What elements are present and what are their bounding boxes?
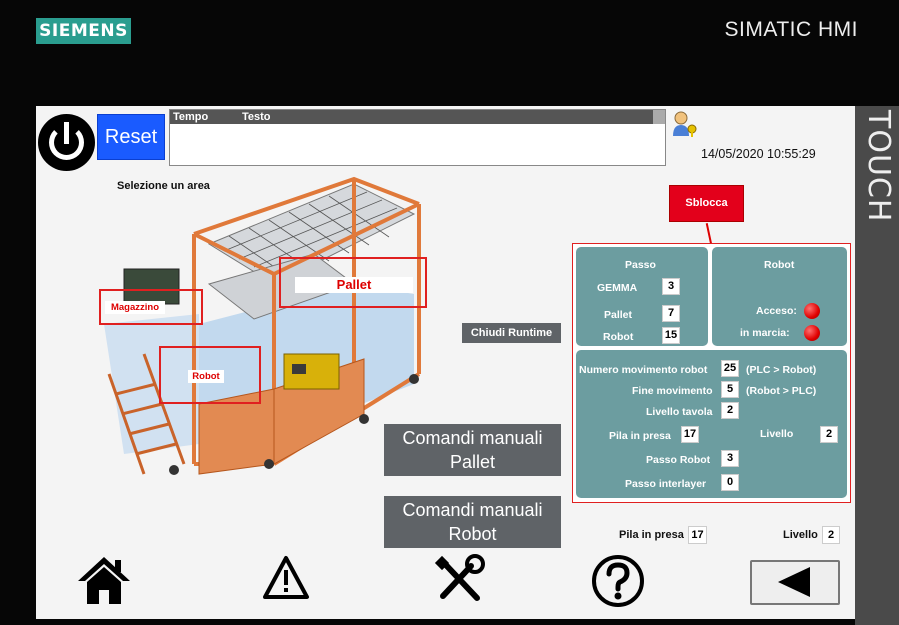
power-button[interactable] [38, 114, 95, 171]
acceso-indicator [804, 303, 820, 319]
back-button[interactable] [750, 560, 840, 605]
livello-label: Livello [760, 428, 794, 440]
pila-label: Pila in presa [609, 430, 671, 442]
gemma-value: 3 [662, 278, 680, 295]
siemens-logo: SIEMENS [36, 18, 131, 44]
robot-details-panel: Numero movimento robot 25 (PLC > Robot) … [576, 350, 847, 498]
manual-pallet-button[interactable]: Comandi manuali Pallet [384, 424, 561, 476]
passo-robot-det-label: Passo Robot [646, 454, 711, 466]
passo-panel: Passo GEMMA 3 Pallet 7 Robot 15 [576, 247, 708, 346]
passo-title: Passo [625, 259, 656, 271]
zone-label-pallet: Pallet [295, 277, 413, 293]
robot-title: Robot [764, 259, 795, 271]
zone-pallet[interactable]: Pallet [279, 257, 427, 308]
footer-pila-label: Pila in presa [619, 529, 684, 541]
footer-livello-label: Livello [783, 529, 818, 541]
touch-label: TOUCH [861, 110, 896, 223]
pila-value: 17 [681, 426, 699, 443]
reset-button[interactable]: Reset [97, 114, 165, 160]
col-text: Testo [242, 111, 271, 123]
user-icon[interactable] [669, 110, 699, 138]
zone-label-magazzino: Magazzino [105, 301, 165, 314]
zone-robot[interactable]: Robot [159, 346, 261, 404]
alarm-scrollbar[interactable] [653, 110, 665, 124]
alarm-header: Tempo Testo [170, 110, 665, 124]
fine-mov-label: Fine movimento [632, 385, 713, 397]
unlock-button[interactable]: Sblocca [669, 185, 744, 222]
marcia-label: in marcia: [740, 327, 790, 339]
livello-tavola-label: Livello tavola [646, 406, 713, 418]
hmi-screen: Reset Tempo Testo 14/05/2020 10:55:29 Se… [36, 106, 855, 619]
manual-robot-button[interactable]: Comandi manuali Robot [384, 496, 561, 548]
help-icon[interactable] [590, 554, 646, 608]
product-name: SIMATIC HMI [724, 18, 858, 41]
num-mov-value: 25 [721, 360, 739, 377]
tools-icon[interactable] [433, 554, 487, 606]
zone-label-robot: Robot [188, 370, 224, 383]
fine-mov-value: 5 [721, 381, 739, 398]
home-icon[interactable] [76, 554, 132, 606]
livello-tavola-value: 2 [721, 402, 739, 419]
passo-inter-value: 0 [721, 474, 739, 491]
close-runtime-button[interactable]: Chiudi Runtime [462, 323, 561, 343]
warning-icon[interactable] [262, 554, 310, 602]
num-mov-note: (PLC > Robot) [746, 364, 817, 376]
passo-robot-value: 15 [662, 327, 680, 344]
passo-pallet-value: 7 [662, 305, 680, 322]
gemma-label: GEMMA [597, 282, 638, 294]
back-arrow-icon [778, 567, 810, 597]
alarm-message-view[interactable]: Tempo Testo [169, 109, 666, 166]
col-time: Tempo [173, 111, 209, 123]
passo-inter-label: Passo interlayer [625, 478, 707, 490]
fine-mov-note: (Robot > PLC) [746, 385, 817, 397]
zone-magazzino[interactable]: Magazzino [99, 289, 203, 325]
status-frame: Passo GEMMA 3 Pallet 7 Robot 15 Robot Ac… [572, 243, 851, 503]
num-mov-label: Numero movimento robot [579, 364, 708, 376]
livello-value: 2 [820, 426, 838, 443]
datetime: 14/05/2020 10:55:29 [701, 147, 816, 161]
footer-livello-value: 2 [822, 526, 840, 544]
passo-pallet-label: Pallet [604, 309, 633, 321]
robot-panel: Robot Acceso: in marcia: [712, 247, 847, 346]
acceso-label: Acceso: [756, 305, 797, 317]
passo-robot-label: Robot [603, 331, 634, 343]
passo-robot-det-value: 3 [721, 450, 739, 467]
footer-pila-value: 17 [688, 526, 707, 544]
unlock-connector [705, 223, 713, 245]
marcia-indicator [804, 325, 820, 341]
